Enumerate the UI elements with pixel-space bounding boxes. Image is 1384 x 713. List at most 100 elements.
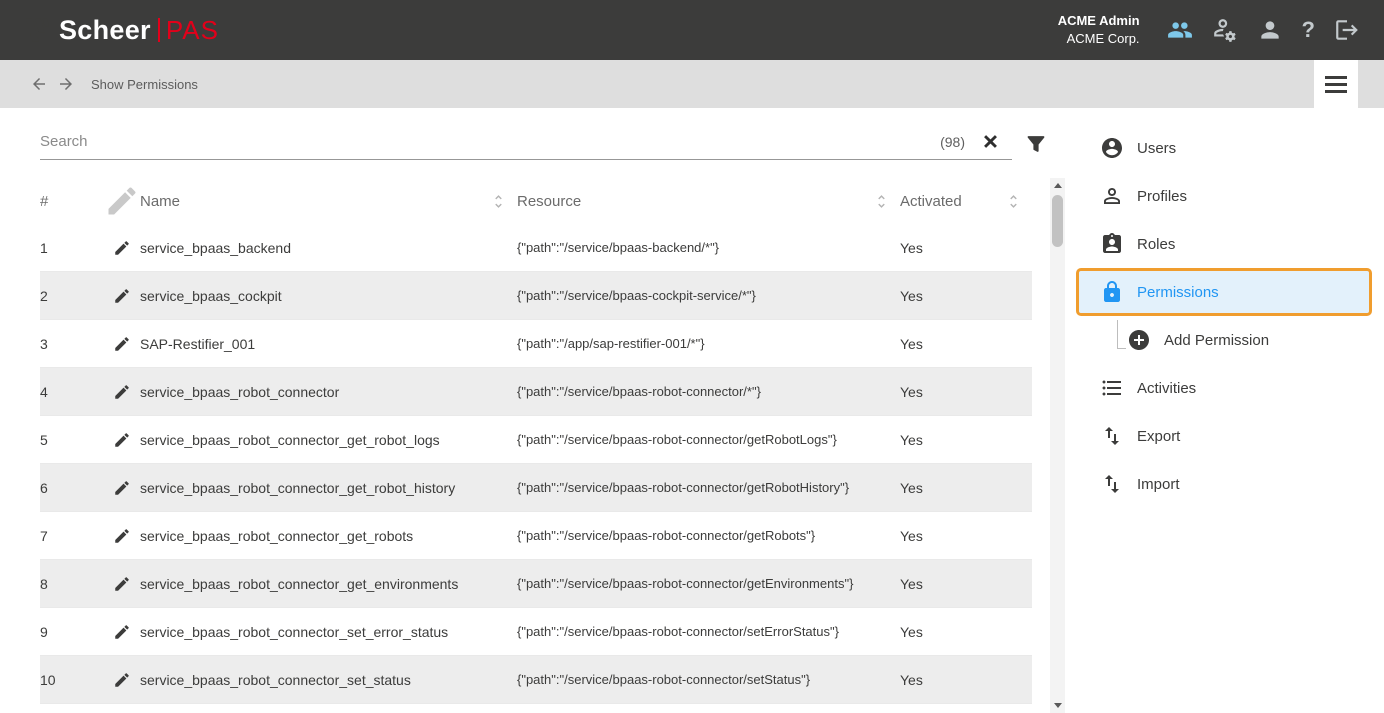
permission-activated: Yes	[900, 528, 1032, 544]
brand-name: Scheer	[59, 15, 151, 46]
permission-activated: Yes	[900, 336, 1032, 352]
permission-activated: Yes	[900, 240, 1032, 256]
permissions-lock-icon	[1100, 280, 1124, 304]
export-icon	[1100, 424, 1124, 448]
logout-icon[interactable]	[1334, 17, 1360, 43]
forward-icon[interactable]	[57, 75, 75, 93]
search-bar: (98)	[40, 124, 1012, 160]
column-activated[interactable]: Activated	[900, 193, 1032, 210]
permission-resource: {"path":"/service/bpaas-cockpit-service/…	[517, 288, 900, 303]
brand-separator	[158, 18, 160, 42]
permission-name: service_bpaas_robot_connector_get_robots	[140, 528, 517, 544]
edit-icon[interactable]	[113, 287, 131, 305]
row-number: 6	[40, 480, 104, 496]
sidebar-label: Permissions	[1137, 284, 1219, 301]
search-input[interactable]	[40, 133, 932, 150]
permission-name: service_bpaas_robot_connector	[140, 384, 517, 400]
scrollbar-thumb[interactable]	[1052, 195, 1063, 247]
edit-icon[interactable]	[113, 383, 131, 401]
permissions-table: # Name Resource Activated	[40, 178, 1032, 704]
app-header: Scheer PAS ACME Admin ACME Corp. ?	[0, 0, 1384, 60]
edit-icon[interactable]	[113, 431, 131, 449]
column-name[interactable]: Name	[140, 193, 517, 210]
edit-icon[interactable]	[113, 479, 131, 497]
table-row[interactable]: 5 service_bpaas_robot_connector_get_robo…	[40, 416, 1032, 464]
permission-activated: Yes	[900, 672, 1032, 688]
row-number: 1	[40, 240, 104, 256]
permission-name: service_bpaas_robot_connector_set_status	[140, 672, 517, 688]
sidebar-item-import[interactable]: Import	[1076, 460, 1372, 508]
account-org: ACME Corp.	[1058, 30, 1140, 48]
row-number: 7	[40, 528, 104, 544]
permission-resource: {"path":"/service/bpaas-robot-connector/…	[517, 624, 900, 639]
sort-icon[interactable]	[873, 193, 890, 210]
table-row[interactable]: 7 service_bpaas_robot_connector_get_robo…	[40, 512, 1032, 560]
permission-name: service_bpaas_robot_connector_get_robot_…	[140, 432, 517, 448]
table-header: # Name Resource Activated	[40, 178, 1032, 224]
sidebar-item-export[interactable]: Export	[1076, 412, 1372, 460]
sidebar-item-permissions[interactable]: Permissions	[1076, 268, 1372, 316]
table-row[interactable]: 4 service_bpaas_robot_connector {"path":…	[40, 368, 1032, 416]
page-title: Show Permissions	[91, 77, 198, 92]
person-icon[interactable]	[1257, 17, 1283, 43]
menu-icon[interactable]	[1314, 60, 1358, 108]
permission-name: service_bpaas_robot_connector_get_robot_…	[140, 480, 517, 496]
scroll-down-icon[interactable]	[1050, 698, 1065, 713]
permission-activated: Yes	[900, 288, 1032, 304]
edit-header-icon	[104, 183, 140, 219]
table-row[interactable]: 3 SAP-Restifier_001 {"path":"/app/sap-re…	[40, 320, 1032, 368]
column-number[interactable]: #	[40, 193, 104, 210]
sidebar-item-activities[interactable]: Activities	[1076, 364, 1372, 412]
table-row[interactable]: 2 service_bpaas_cockpit {"path":"/servic…	[40, 272, 1032, 320]
user-settings-icon[interactable]	[1212, 17, 1238, 43]
permission-activated: Yes	[900, 384, 1032, 400]
row-number: 10	[40, 672, 104, 688]
brand-logo: Scheer PAS	[24, 15, 219, 46]
column-resource[interactable]: Resource	[517, 193, 900, 210]
sidebar-item-roles[interactable]: Roles	[1076, 220, 1372, 268]
sidebar-label: Activities	[1137, 380, 1196, 397]
table-scrollbar[interactable]	[1050, 178, 1065, 713]
permission-activated: Yes	[900, 576, 1032, 592]
filter-icon[interactable]	[1024, 132, 1048, 156]
scroll-up-icon[interactable]	[1050, 178, 1065, 193]
sidebar-label: Add Permission	[1164, 332, 1269, 349]
sidebar-item-add-permission[interactable]: Add Permission	[1076, 316, 1372, 364]
sidebar-item-users[interactable]: Users	[1076, 124, 1372, 172]
sidebar-label: Export	[1137, 428, 1180, 445]
permission-resource: {"path":"/service/bpaas-robot-connector/…	[517, 480, 900, 495]
sidebar-label: Users	[1137, 140, 1176, 157]
clear-icon[interactable]	[981, 132, 1000, 151]
table-row[interactable]: 10 service_bpaas_robot_connector_set_sta…	[40, 656, 1032, 704]
permission-activated: Yes	[900, 624, 1032, 640]
import-icon	[1100, 472, 1124, 496]
users-icon	[1100, 136, 1124, 160]
edit-icon[interactable]	[113, 671, 131, 689]
permission-resource: {"path":"/app/sap-restifier-001/*"}	[517, 336, 900, 351]
sort-icon[interactable]	[490, 193, 507, 210]
permission-resource: {"path":"/service/bpaas-robot-connector/…	[517, 576, 900, 591]
edit-icon[interactable]	[113, 239, 131, 257]
sidebar-item-profiles[interactable]: Profiles	[1076, 172, 1372, 220]
header-actions: ACME Admin ACME Corp. ?	[1058, 12, 1360, 48]
edit-icon[interactable]	[113, 335, 131, 353]
permission-name: service_bpaas_robot_connector_set_error_…	[140, 624, 517, 640]
help-icon[interactable]: ?	[1302, 19, 1315, 41]
edit-icon[interactable]	[113, 527, 131, 545]
permission-name: service_bpaas_robot_connector_get_enviro…	[140, 576, 517, 592]
back-icon[interactable]	[30, 75, 48, 93]
account-info: ACME Admin ACME Corp.	[1058, 12, 1140, 48]
activities-list-icon	[1100, 376, 1124, 400]
result-count: (98)	[940, 134, 965, 150]
table-row[interactable]: 6 service_bpaas_robot_connector_get_robo…	[40, 464, 1032, 512]
sort-icon[interactable]	[1005, 193, 1022, 210]
permission-name: service_bpaas_backend	[140, 240, 517, 256]
column-edit	[104, 183, 140, 219]
edit-icon[interactable]	[113, 575, 131, 593]
edit-icon[interactable]	[113, 623, 131, 641]
table-row[interactable]: 8 service_bpaas_robot_connector_get_envi…	[40, 560, 1032, 608]
permission-resource: {"path":"/service/bpaas-robot-connector/…	[517, 384, 900, 399]
table-row[interactable]: 9 service_bpaas_robot_connector_set_erro…	[40, 608, 1032, 656]
groups-icon[interactable]	[1167, 17, 1193, 43]
table-row[interactable]: 1 service_bpaas_backend {"path":"/servic…	[40, 224, 1032, 272]
